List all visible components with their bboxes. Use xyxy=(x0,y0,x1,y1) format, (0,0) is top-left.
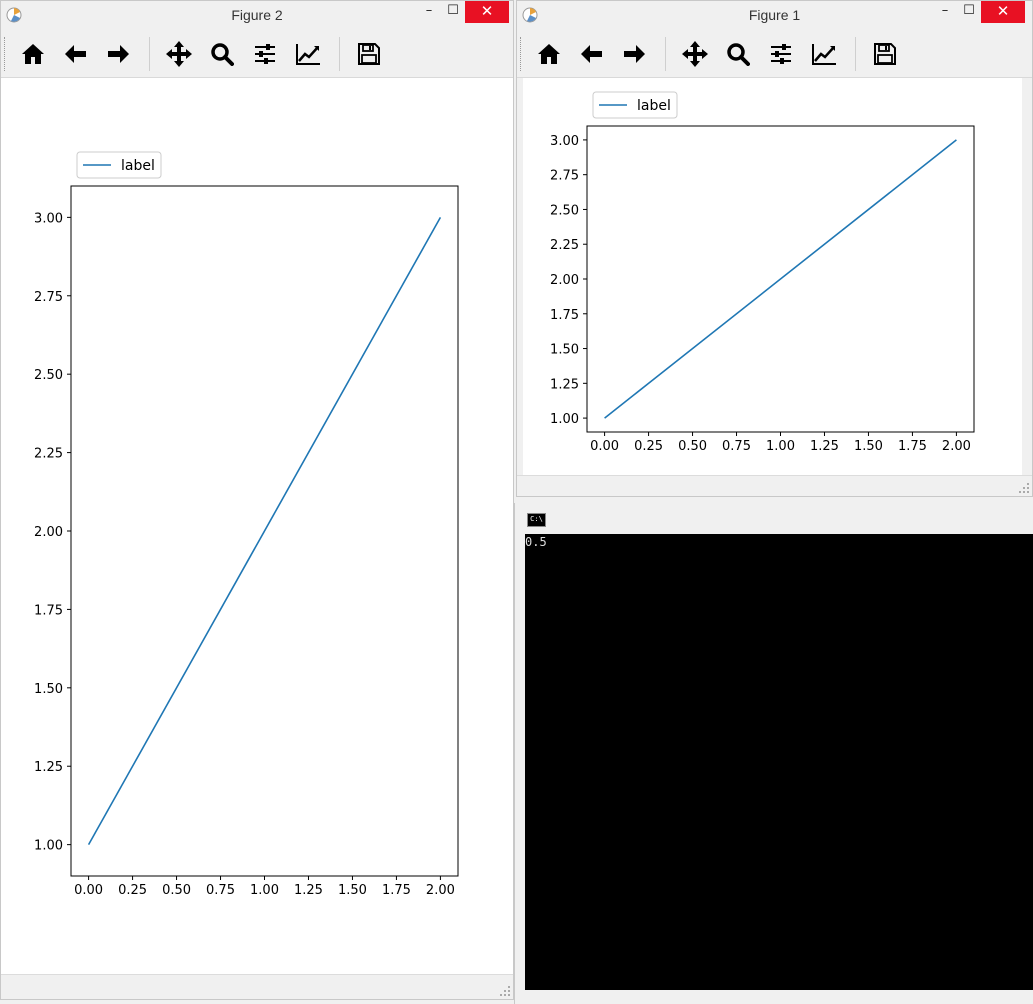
y-tick-label: 1.75 xyxy=(34,603,63,618)
toolbar-separator xyxy=(339,37,340,71)
subplots-config-icon xyxy=(255,44,275,64)
back-button[interactable] xyxy=(59,37,93,71)
series-line xyxy=(604,139,957,419)
y-tick-label: 2.00 xyxy=(34,525,63,540)
resize-grip-icon[interactable] xyxy=(499,985,511,997)
pan-icon xyxy=(682,41,708,67)
toolbar-separator xyxy=(665,37,666,71)
x-tick-label: 1.50 xyxy=(338,883,367,898)
x-tick-label: 0.25 xyxy=(634,439,663,454)
x-tick-label: 1.75 xyxy=(382,883,411,898)
status-bar xyxy=(517,475,1032,496)
y-tick-label: 2.25 xyxy=(34,447,63,462)
legend-label: label xyxy=(637,98,671,114)
y-tick-label: 3.00 xyxy=(34,211,63,226)
save-button[interactable] xyxy=(352,37,386,71)
status-bar xyxy=(1,974,513,999)
subplots-button[interactable] xyxy=(248,37,282,71)
y-tick-label: 2.50 xyxy=(34,368,63,383)
y-tick-label: 1.00 xyxy=(34,839,63,854)
edit-axes-button[interactable] xyxy=(291,37,325,71)
y-tick-label: 3.00 xyxy=(550,134,579,149)
y-tick-label: 2.00 xyxy=(550,273,579,288)
x-tick-label: 0.00 xyxy=(590,439,619,454)
x-tick-label: 1.25 xyxy=(810,439,839,454)
figure1-chart[interactable]: 0.00 0.25 0.50 0.75 1.00 1.25 1.50 1.75 2.00 1.00… xyxy=(523,78,1022,476)
figure2-window: Figure 2 – ☐ ✕ 0.00 0.25 0.50 0.75 1.00 … xyxy=(0,0,514,1000)
resize-grip-icon[interactable] xyxy=(1018,482,1030,494)
y-tick-label: 1.25 xyxy=(550,377,579,392)
zoom-icon xyxy=(211,43,234,66)
console-output: 0.5 xyxy=(525,535,547,549)
edit-axes-icon xyxy=(296,44,320,65)
console-window: C:\ 0.5 xyxy=(514,503,1033,1004)
toolbar-grip[interactable] xyxy=(520,37,524,71)
subplots-config-icon xyxy=(771,44,791,64)
save-icon xyxy=(874,43,896,65)
forward-button[interactable] xyxy=(101,37,135,71)
pan-icon xyxy=(166,41,192,67)
x-tick-label: 0.75 xyxy=(722,439,751,454)
zoom-button[interactable] xyxy=(205,37,239,71)
pan-button[interactable] xyxy=(678,37,712,71)
console-icon: C:\ xyxy=(527,513,546,527)
y-tick-label: 1.00 xyxy=(550,412,579,427)
back-button[interactable] xyxy=(575,37,609,71)
save-button[interactable] xyxy=(868,37,902,71)
subplots-button[interactable] xyxy=(764,37,798,71)
forward-button[interactable] xyxy=(617,37,651,71)
figure2-chart[interactable]: 0.00 0.25 0.50 0.75 1.00 1.25 1.50 1.75 2.00 1.00… xyxy=(1,78,513,975)
pan-button[interactable] xyxy=(162,37,196,71)
series-line xyxy=(87,216,442,846)
x-tick-label: 1.00 xyxy=(766,439,795,454)
figure1-window: Figure 1 – ☐ ✕ 0.00 0.25 0.50 0.75 1.00 … xyxy=(516,0,1033,497)
y-tick-label: 1.25 xyxy=(34,760,63,775)
figure-canvas[interactable]: 0.00 0.25 0.50 0.75 1.00 1.25 1.50 1.75 2.00 1.00… xyxy=(523,78,1022,476)
x-tick-label: 0.75 xyxy=(206,883,235,898)
x-tick-label: 2.00 xyxy=(426,883,455,898)
figure1-titlebar[interactable]: Figure 1 – ☐ ✕ xyxy=(517,1,1032,29)
home-icon xyxy=(538,44,560,64)
x-tick-label: 1.50 xyxy=(854,439,883,454)
x-tick-label: 1.25 xyxy=(294,883,323,898)
figure-canvas[interactable]: 0.00 0.25 0.50 0.75 1.00 1.25 1.50 1.75 2.00 1.00… xyxy=(1,78,513,975)
y-tick-label: 1.50 xyxy=(34,682,63,697)
home-button[interactable] xyxy=(532,37,566,71)
x-tick-label: 0.50 xyxy=(678,439,707,454)
zoom-button[interactable] xyxy=(721,37,755,71)
close-button[interactable]: ✕ xyxy=(465,1,509,23)
x-tick-label: 0.00 xyxy=(74,883,103,898)
y-tick-label: 1.75 xyxy=(550,308,579,323)
home-icon xyxy=(22,44,44,64)
x-tick-label: 0.50 xyxy=(162,883,191,898)
navigation-toolbar xyxy=(1,29,513,78)
home-button[interactable] xyxy=(16,37,50,71)
forward-arrow-icon xyxy=(624,45,645,63)
back-arrow-icon xyxy=(581,45,602,63)
console-screen[interactable]: 0.5 xyxy=(525,534,1033,990)
toolbar-grip[interactable] xyxy=(4,37,8,71)
toolbar-separator xyxy=(149,37,150,71)
y-tick-label: 2.75 xyxy=(34,290,63,305)
y-tick-label: 2.50 xyxy=(550,203,579,218)
y-tick-label: 1.50 xyxy=(550,343,579,358)
x-tick-label: 2.00 xyxy=(942,439,971,454)
edit-axes-icon xyxy=(812,44,836,65)
zoom-icon xyxy=(727,43,750,66)
y-tick-label: 2.75 xyxy=(550,169,579,184)
x-tick-label: 0.25 xyxy=(118,883,147,898)
y-tick-label: 2.25 xyxy=(550,238,579,253)
forward-arrow-icon xyxy=(108,45,129,63)
figure2-titlebar[interactable]: Figure 2 – ☐ ✕ xyxy=(1,1,513,29)
close-button[interactable]: ✕ xyxy=(981,1,1025,23)
legend-label: label xyxy=(121,158,155,174)
edit-axes-button[interactable] xyxy=(807,37,841,71)
back-arrow-icon xyxy=(65,45,86,63)
x-tick-label: 1.75 xyxy=(898,439,927,454)
navigation-toolbar xyxy=(517,29,1032,78)
save-icon xyxy=(358,43,380,65)
x-tick-label: 1.00 xyxy=(250,883,279,898)
toolbar-separator xyxy=(855,37,856,71)
